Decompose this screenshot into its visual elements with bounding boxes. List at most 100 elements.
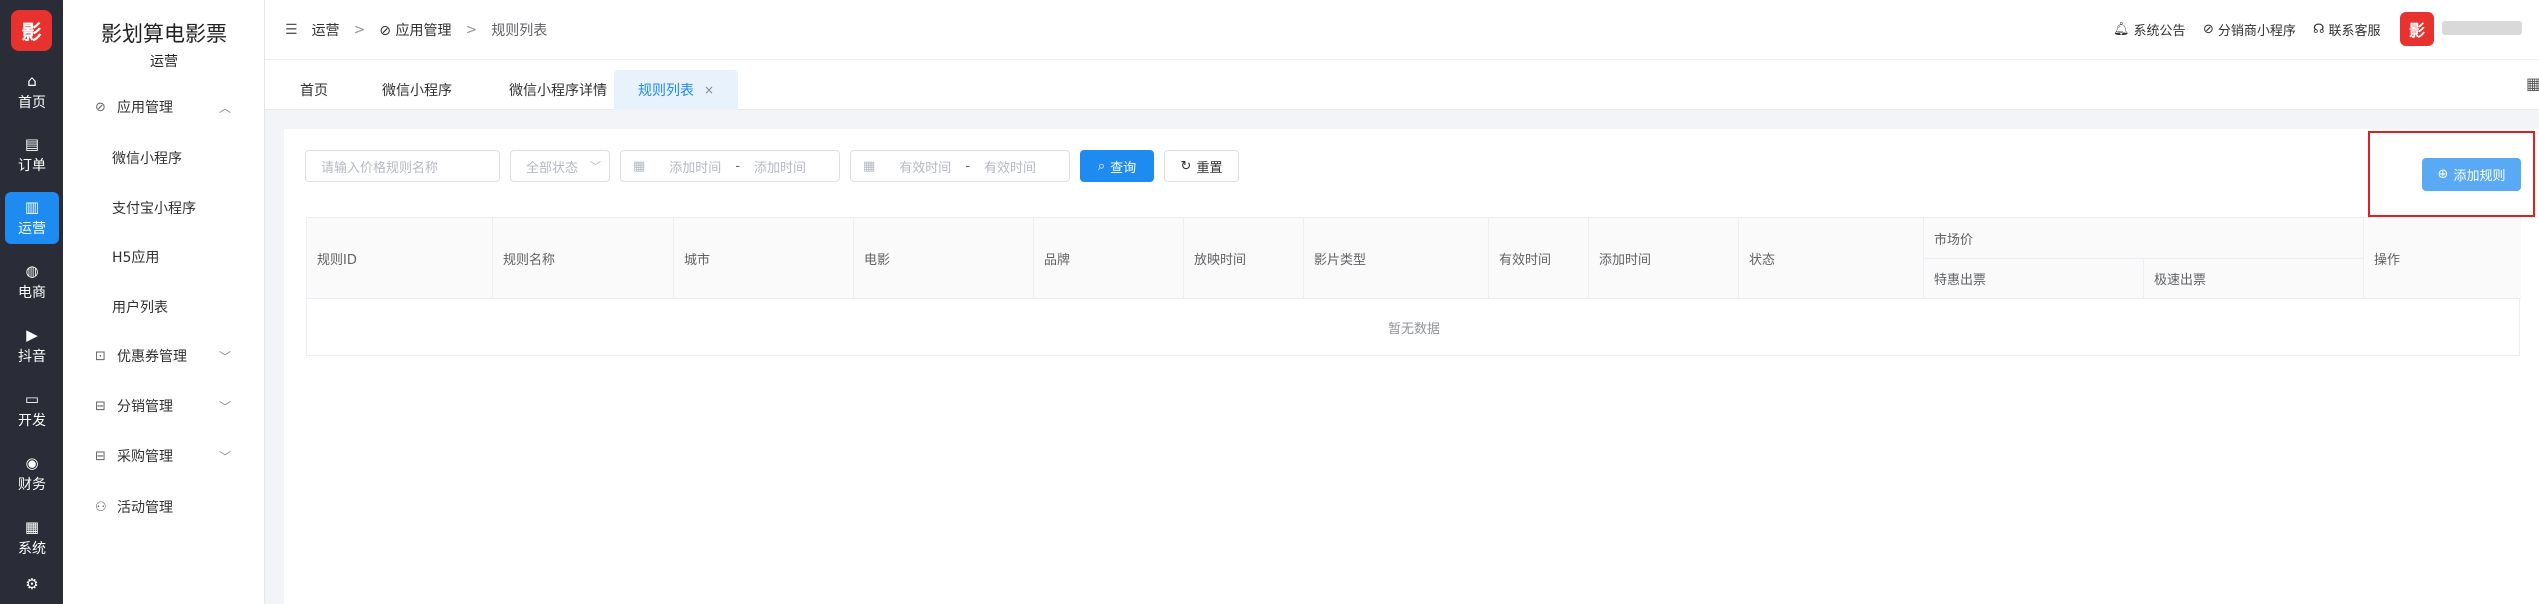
menu-user-list[interactable]: 用户列表 <box>112 297 168 317</box>
range-start: 添加时间 <box>669 160 722 176</box>
menu-app-management[interactable]: ⊘ 应用管理 ︿ <box>95 97 231 117</box>
range-dash: - <box>965 158 971 174</box>
button-label: 重置 <box>1196 160 1223 176</box>
range-end: 添加时间 <box>754 160 807 176</box>
bell-icon: 🔔︎ <box>2113 22 2130 37</box>
column-header: 极速出票 <box>2144 258 2364 298</box>
column-header: 添加时间 <box>1589 218 1739 298</box>
order-icon: ▤ <box>24 135 40 153</box>
rail-item-home[interactable]: ⌂ 首页 <box>5 66 59 118</box>
tab-bar: 首页 微信小程序 微信小程序详情 规则列表 × <box>265 60 2539 110</box>
sidebar-menu: 影划算电影票 运营 ⊘ 应用管理 ︿ 微信小程序 支付宝小程序 H5应用 用户列… <box>63 0 265 604</box>
rail-item-label: 电商 <box>18 285 46 301</box>
add-rule-button[interactable]: ⊕ 添加规则 <box>2422 158 2521 191</box>
rail-item-operations[interactable]: ▥ 运营 <box>5 192 59 244</box>
tab-wechat-mini-detail[interactable]: 微信小程序详情 <box>483 70 633 110</box>
tab-rule-list[interactable]: 规则列表 × <box>614 70 738 110</box>
menu-distribution-management[interactable]: ⊟ 分销管理 ﹀ <box>95 396 231 416</box>
menu-label: 活动管理 <box>117 500 173 516</box>
coupon-icon: ⊡ <box>95 348 106 364</box>
range-dash: - <box>735 158 741 174</box>
rail-item-finance[interactable]: ◉ 财务 <box>5 448 59 500</box>
link-label: 联系客服 <box>2328 24 2381 39</box>
brand-subtitle: 运营 <box>150 54 178 70</box>
chevron-down-icon: ﹀ <box>219 449 232 464</box>
close-icon[interactable]: × <box>704 83 714 97</box>
user-name[interactable] <box>2442 21 2522 35</box>
column-header: 特惠出票 <box>1924 258 2144 298</box>
rail-item-douyin[interactable]: ▶ 抖音 <box>5 320 59 372</box>
reset-button[interactable]: ↻ 重置 <box>1164 150 1239 182</box>
chevron-down-icon: ﹀ <box>219 399 232 414</box>
shop-icon: ◍ <box>25 262 39 280</box>
empty-state: 暂无数据 <box>1387 322 1440 337</box>
rule-name-input[interactable]: 请输入价格规则名称 <box>305 150 500 182</box>
menu-label: 优惠券管理 <box>117 349 187 365</box>
column-header: 品牌 <box>1034 218 1184 298</box>
chevron-down-icon: ﹀ <box>590 160 602 173</box>
menu-label: 采购管理 <box>117 449 173 465</box>
column-header: 状态 <box>1739 218 1924 298</box>
breadcrumb: ☰ 运营 > ⊘ 应用管理 > 规则列表 <box>285 20 547 40</box>
rail-item-label: 运营 <box>18 221 46 237</box>
block-icon: ⊘ <box>2203 22 2214 37</box>
status-select[interactable]: 全部状态 ﹀ <box>510 150 610 182</box>
menu-label: 分销管理 <box>117 399 173 415</box>
query-button[interactable]: ⌕ 查询 <box>1080 150 1154 182</box>
link-label: 系统公告 <box>2133 24 2186 39</box>
rail-item-system[interactable]: ▦ 系统 <box>5 512 59 564</box>
column-header: 有效时间 <box>1489 218 1589 298</box>
button-label: 添加规则 <box>2453 169 2506 184</box>
avatar[interactable]: 影 <box>2400 12 2434 46</box>
distribution-icon: ⊟ <box>95 398 106 414</box>
menu-wechat-mini[interactable]: 微信小程序 <box>112 148 182 168</box>
range-start: 有效时间 <box>899 160 952 176</box>
brand-title: 影划算电影票 <box>101 22 227 46</box>
system-notice-link[interactable]: 🔔︎ 系统公告 <box>2113 20 2186 39</box>
link-label: 分销商小程序 <box>2217 24 2296 39</box>
rail-item-dev[interactable]: ▭ 开发 <box>5 384 59 436</box>
code-icon: ▭ <box>24 390 40 408</box>
rail-item-ecommerce[interactable]: ◍ 电商 <box>5 256 59 308</box>
valid-time-range[interactable]: ▦ 有效时间 - 有效时间 <box>850 150 1070 182</box>
header-divider <box>1924 258 2364 259</box>
content-card <box>284 129 2539 604</box>
app-logo: 影 <box>11 10 52 51</box>
rail-item-settings[interactable]: ⚙ <box>5 566 59 604</box>
breadcrumb-item: ⊘ 应用管理 <box>379 20 451 40</box>
breadcrumb-separator: > <box>353 22 366 38</box>
block-icon: ⊘ <box>95 99 106 115</box>
rail-item-label: 首页 <box>18 95 46 111</box>
tab-home[interactable]: 首页 <box>289 70 339 110</box>
block-icon: ⊘ <box>379 23 396 39</box>
support-link[interactable]: ☊ 联系客服 <box>2313 20 2381 39</box>
button-label: 查询 <box>1110 160 1137 176</box>
grid-icon[interactable]: ▦ <box>2526 74 2539 93</box>
rail-item-label: 财务 <box>18 477 46 493</box>
menu-coupon-management[interactable]: ⊡ 优惠券管理 ﹀ <box>95 346 231 366</box>
column-header-group: 市场价 <box>1924 218 2364 258</box>
menu-alipay-mini[interactable]: 支付宝小程序 <box>112 198 196 218</box>
chevron-down-icon: ﹀ <box>219 349 232 364</box>
add-time-range[interactable]: ▦ 添加时间 - 添加时间 <box>620 150 840 182</box>
rules-table: 规则ID 规则名称 城市 电影 品牌 放映时间 影片类型 有效时间 添加时间 状… <box>306 217 2521 356</box>
rail-item-orders[interactable]: ▤ 订单 <box>5 129 59 181</box>
collapse-menu-icon[interactable]: ☰ <box>285 22 298 38</box>
calendar-icon: ▦ <box>633 158 646 174</box>
column-header: 规则名称 <box>493 218 674 298</box>
distributor-mini-link[interactable]: ⊘ 分销商小程序 <box>2203 20 2296 39</box>
gear-icon: ⚙ <box>25 575 39 593</box>
tab-wechat-mini[interactable]: 微信小程序 <box>367 70 467 110</box>
range-end: 有效时间 <box>984 160 1037 176</box>
menu-purchase-management[interactable]: ⊟ 采购管理 ﹀ <box>95 446 231 466</box>
menu-activity-management[interactable]: ⚇ 活动管理 <box>95 497 173 517</box>
column-header: 影片类型 <box>1304 218 1489 298</box>
breadcrumb-label: 应用管理 <box>395 23 452 39</box>
menu-h5-app[interactable]: H5应用 <box>112 247 159 267</box>
video-icon: ▶ <box>26 326 38 344</box>
column-header: 操作 <box>2364 218 2521 298</box>
rail-item-label: 系统 <box>18 541 46 557</box>
chevron-up-icon: ︿ <box>219 100 232 115</box>
column-header: 规则ID <box>307 218 493 298</box>
home-icon: ⌂ <box>27 72 37 90</box>
